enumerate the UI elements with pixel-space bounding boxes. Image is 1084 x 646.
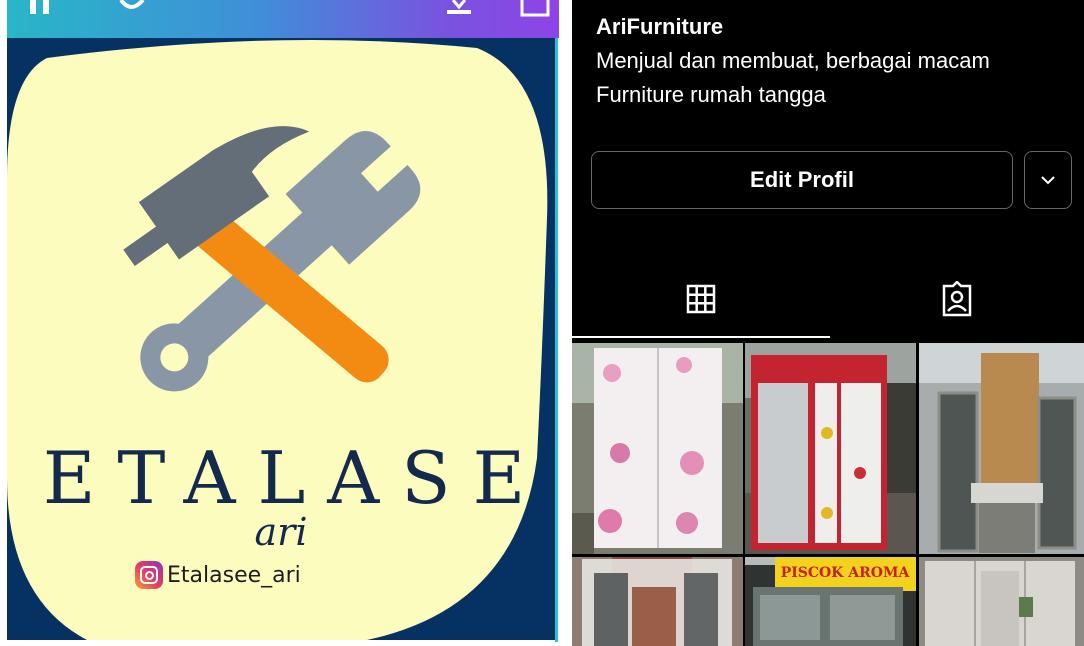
shop-display-photo: PISCOK AROMA (745, 557, 916, 646)
suggestions-dropdown-button[interactable] (1024, 151, 1072, 209)
profile-bio: Menjual dan membuat, berbagai macam Furn… (596, 48, 990, 107)
instagram-handle-row: Etalasee_ari (135, 560, 301, 590)
home-icon[interactable] (29, 0, 55, 14)
tab-posts-grid[interactable] (572, 260, 830, 338)
tagged-icon (942, 281, 972, 317)
share-icon[interactable] (520, 0, 550, 18)
post-thumbnail[interactable] (745, 343, 916, 554)
post-thumbnail[interactable] (572, 557, 743, 646)
active-tab-indicator (572, 336, 830, 338)
instagram-handle: Etalasee_ari (167, 562, 301, 588)
white-cabinet-photo (572, 557, 743, 646)
brand-title: ETALASE (42, 436, 548, 520)
post-thumbnail[interactable] (919, 557, 1084, 646)
red-cabinet-photo (745, 343, 916, 554)
profile-username: AriFurniture (596, 14, 724, 39)
instagram-icon (135, 561, 163, 589)
chevron-down-icon (1041, 176, 1055, 185)
tab-tagged[interactable] (830, 260, 1084, 338)
shop-sign: PISCOK AROMA (781, 565, 911, 581)
divider (555, 38, 558, 642)
wardrobe-photo (919, 557, 1084, 646)
brand-subtitle: ari (254, 510, 308, 554)
post-thumbnail[interactable] (572, 343, 743, 554)
wardrobe-flowers-photo (572, 343, 743, 554)
more-icon[interactable] (119, 0, 145, 10)
glass-display-photo (919, 343, 1084, 554)
logo-artwork: ETALASE ari Etalasee_ari (7, 38, 555, 640)
logo-image-view: ETALASE ari Etalasee_ari (0, 0, 572, 646)
wrench-hammer-icon (123, 126, 421, 392)
download-icon[interactable] (445, 0, 473, 16)
post-thumbnail[interactable] (919, 343, 1084, 554)
post-thumbnail[interactable]: PISCOK AROMA (745, 557, 916, 646)
viewer-toolbar (7, 0, 559, 38)
edit-profile-button[interactable]: Edit Profil (591, 151, 1013, 209)
profile-panel: AriFurniture Menjual dan membuat, berbag… (572, 0, 1084, 646)
grid-icon (686, 284, 716, 314)
